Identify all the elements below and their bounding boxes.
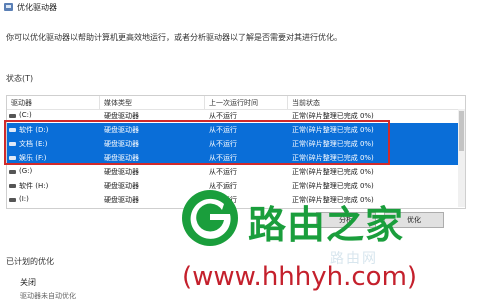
drive-name: 软件 (H:): [19, 182, 49, 190]
hard-drive-icon: [9, 114, 16, 118]
selection-highlight-annotation: [4, 120, 390, 165]
scrollbar-thumb[interactable]: [459, 111, 464, 151]
watermark-url: (www.hhhyh.com): [182, 262, 418, 292]
drive-status: 正常(碎片整理已完成 0%): [292, 182, 374, 190]
description-text: 你可以优化驱动器以帮助计算机更高效地运行，或者分析驱动器以了解是否需要对其进行优…: [6, 33, 342, 42]
status-label: 状态(T): [6, 74, 34, 83]
schedule-state: 关闭: [20, 278, 36, 287]
window-title: 优化驱动器: [17, 2, 57, 12]
hard-drive-icon: [9, 198, 16, 202]
drive-name: (C:): [19, 111, 32, 119]
drive-list-scrollbar[interactable]: [458, 109, 465, 207]
router-home-logo-icon: [182, 190, 238, 246]
media-type: 硬盘驱动器: [104, 196, 139, 204]
defrag-app-icon: [4, 3, 13, 11]
drive-list-header: 驱动器 媒体类型 上一次运行时间 当前状态: [7, 96, 465, 110]
last-run: 从不运行: [209, 168, 237, 176]
drive-row-g[interactable]: (G:) 硬盘驱动器 从不运行 正常(碎片整理已完成 0%): [7, 165, 465, 179]
column-header-last-run[interactable]: 上一次运行时间: [209, 98, 258, 108]
column-header-media[interactable]: 媒体类型: [104, 98, 132, 108]
title-bar: 优化驱动器: [0, 0, 480, 14]
watermark-brand: 路由之家: [248, 203, 405, 247]
drive-name: (G:): [19, 167, 33, 175]
drive-status: 正常(碎片整理已完成 0%): [292, 168, 374, 176]
scheduled-optimization-label: 已计划的优化: [6, 257, 54, 266]
hard-drive-icon: [9, 170, 16, 174]
media-type: 硬盘驱动器: [104, 168, 139, 176]
column-header-status[interactable]: 当前状态: [292, 98, 320, 108]
media-type: 硬盘驱动器: [104, 182, 139, 190]
hard-drive-icon: [9, 184, 16, 188]
drive-name: (I:): [19, 195, 29, 203]
column-header-drive[interactable]: 驱动器: [11, 98, 32, 108]
